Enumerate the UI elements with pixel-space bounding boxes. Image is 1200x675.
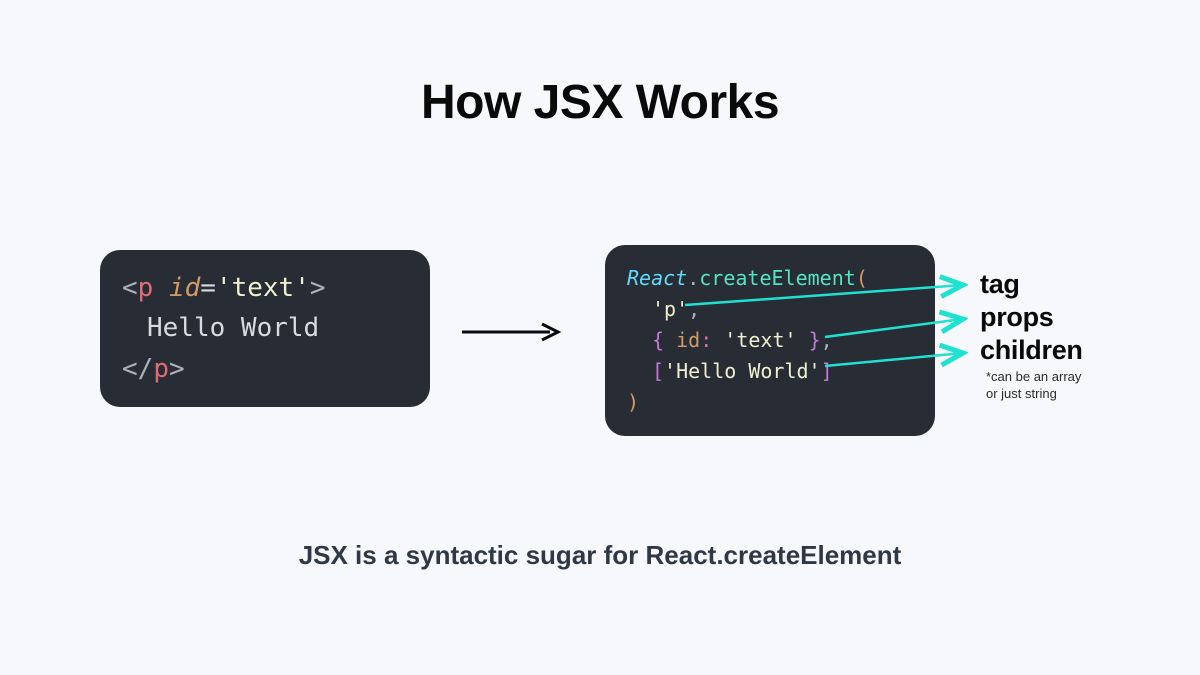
jsx-line-1: <p id='text'> <box>122 268 408 308</box>
jsx-line-3: </p> <box>122 349 408 389</box>
transform-arrow-icon <box>460 322 565 342</box>
react-line-1: React.createElement( <box>627 263 913 294</box>
label-props: props <box>980 301 1083 334</box>
react-line-3: { id: 'text' }, <box>627 325 913 356</box>
annotation-labels: tag props children *can be an array or j… <box>980 268 1083 403</box>
jsx-line-2: Hello World <box>122 308 408 348</box>
label-children: children <box>980 334 1083 367</box>
label-footnote: *can be an array or just string <box>986 369 1083 403</box>
label-tag: tag <box>980 268 1083 301</box>
react-line-2: 'p', <box>627 294 913 325</box>
react-line-4: ['Hello World'] <box>627 356 913 387</box>
react-code-block: React.createElement( 'p', { id: 'text' }… <box>605 245 935 436</box>
react-line-5: ) <box>627 387 913 418</box>
diagram-subtitle: JSX is a syntactic sugar for React.creat… <box>0 540 1200 571</box>
diagram-title: How JSX Works <box>0 75 1200 130</box>
jsx-code-block: <p id='text'> Hello World </p> <box>100 250 430 407</box>
